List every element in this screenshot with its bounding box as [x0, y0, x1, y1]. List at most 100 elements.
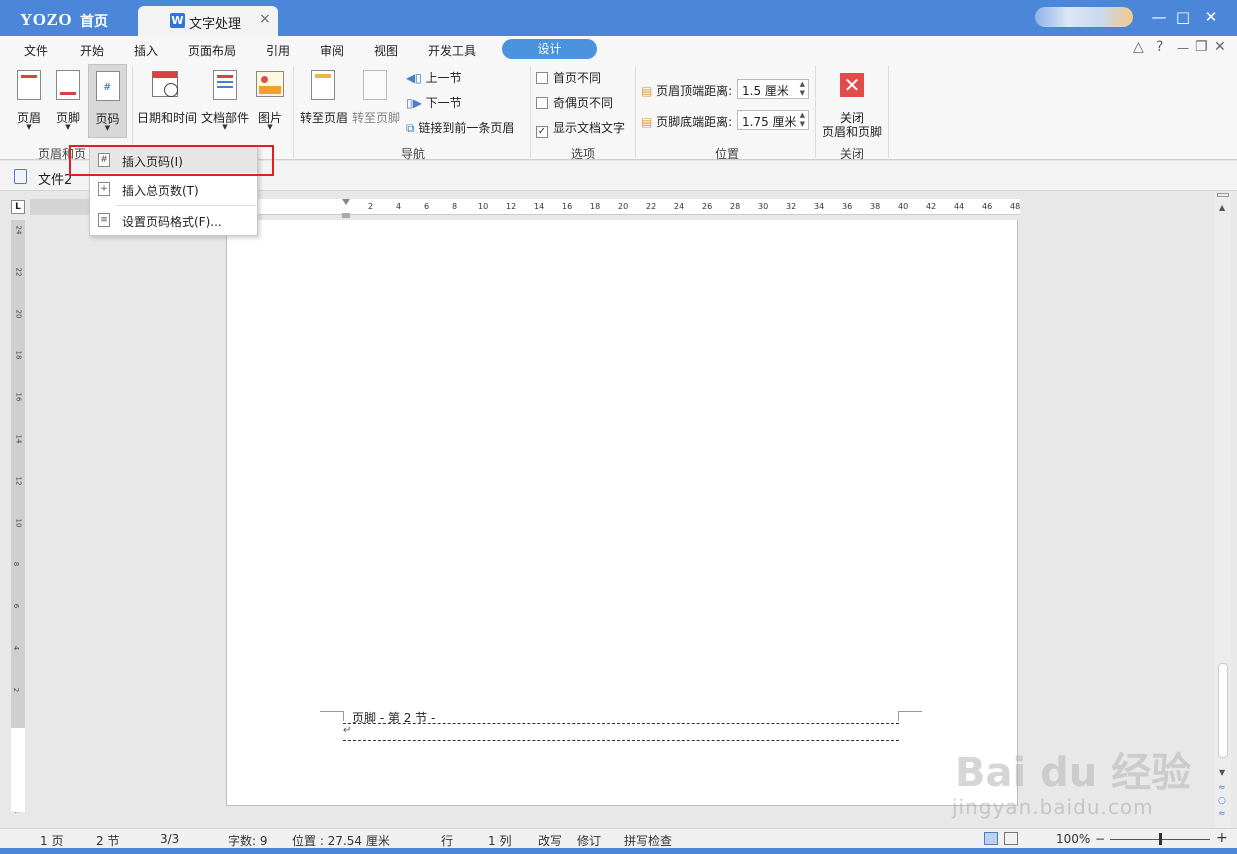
zoom-level[interactable]: 100% [1056, 832, 1090, 846]
doc-close-icon[interactable]: ✕ [1214, 39, 1226, 55]
status-word-count[interactable]: 字数: 9 [228, 832, 268, 849]
browse-object-icon[interactable]: ○ [1218, 796, 1226, 806]
menu-home[interactable]: 开始 [80, 42, 104, 59]
document-page[interactable] [226, 220, 1018, 806]
footer-bottom-label-text: 页脚底端距离: [656, 115, 733, 129]
header-icon [17, 70, 41, 100]
ruler-tick: 10 [478, 202, 489, 211]
document-name-tab[interactable]: 文件2 [38, 169, 72, 188]
menu-references[interactable]: 引用 [266, 42, 290, 59]
ruler-tick: 40 [898, 202, 909, 211]
page-view-icon[interactable] [984, 832, 998, 845]
link-previous-button[interactable]: ⧉ 链接到前一条页眉 [406, 119, 514, 136]
ruler-tick: 26 [702, 202, 713, 211]
menu-review[interactable]: 审阅 [320, 42, 344, 59]
odd-even-different-checkbox[interactable]: 奇偶页不同 [536, 94, 613, 111]
group-label-position: 位置 [715, 147, 740, 161]
doc-restore-icon[interactable]: ❐ [1195, 39, 1208, 55]
document-tab[interactable]: W 文字处理 × [138, 6, 278, 36]
menu-developer[interactable]: 开发工具 [428, 42, 476, 59]
ruler-tick: 8 [452, 202, 458, 211]
ruler-tick: 34 [814, 202, 825, 211]
next-section-button[interactable]: ▯▶ 下一节 [406, 94, 462, 111]
next-page-icon[interactable]: ≈ [1218, 809, 1226, 819]
goto-header-label: 转至页眉 [299, 111, 348, 125]
ruler-tick: 20 [618, 202, 629, 211]
next-section-label: 下一节 [425, 96, 462, 110]
footer-bottom-distance-label: ▤ 页脚底端距离: [641, 113, 732, 130]
web-view-icon[interactable] [1004, 832, 1018, 845]
picture-button[interactable]: 图片 ▼ [254, 64, 286, 138]
previous-section-button[interactable]: ◀▯ 上一节 [406, 69, 462, 86]
status-spell-check[interactable]: 拼写检查 [624, 832, 672, 849]
document-parts-button[interactable]: 文档部件 ▼ [200, 64, 250, 138]
checkbox-icon [536, 72, 548, 84]
scroll-down-icon[interactable]: ▼ [1219, 768, 1225, 777]
scroll-up-icon[interactable]: ▲ [1219, 203, 1225, 212]
page-number-format-label: 设置页码格式(F)... [122, 215, 222, 229]
close-header-footer-button[interactable]: ✕ 关闭 页眉和页脚 [818, 64, 886, 139]
page-number-button[interactable]: # 页码 ▼ [88, 64, 127, 138]
link-previous-label: 链接到前一条页眉 [418, 121, 515, 135]
status-overwrite[interactable]: 改写 [538, 832, 562, 849]
ruler-tick: 30 [758, 202, 769, 211]
ruler-tick: 42 [926, 202, 937, 211]
document-tab-label: 文字处理 [189, 17, 242, 32]
split-handle[interactable] [1217, 193, 1229, 197]
vertical-ruler-tick: 22 [14, 267, 23, 277]
menu-page-layout[interactable]: 页面布局 [188, 42, 236, 59]
goto-footer-button[interactable]: 转至页脚 [350, 64, 402, 138]
show-document-text-label: 显示文档文字 [553, 121, 626, 135]
close-window-button[interactable]: ✕ [1201, 8, 1221, 26]
insert-total-pages-item[interactable]: + 插入总页数(T) [90, 176, 257, 202]
user-account-avatar[interactable] [1035, 7, 1133, 27]
menu-view[interactable]: 视图 [374, 42, 398, 59]
help-icon[interactable]: ? [1156, 39, 1163, 55]
maximize-window-button[interactable]: □ [1173, 8, 1193, 26]
doc-minimize-icon[interactable]: — [1177, 41, 1189, 55]
collapse-ribbon-icon[interactable]: △ [1133, 39, 1144, 55]
close-tab-icon[interactable]: × [259, 11, 271, 27]
tab-stop-selector[interactable]: L [11, 200, 25, 214]
ruler-tick: 18 [590, 202, 601, 211]
menu-design-tab[interactable]: 设计 [502, 39, 597, 59]
indent-marker-icon[interactable] [342, 199, 350, 219]
vertical-ruler-active [11, 728, 25, 812]
ruler-tick: 36 [842, 202, 853, 211]
app-logo[interactable]: YOZO [20, 10, 72, 30]
vertical-ruler[interactable]: 2422201816141210864224 [11, 220, 25, 813]
zoom-out-button[interactable]: − [1095, 832, 1105, 846]
header-top-distance-input[interactable]: 1.5 厘米 ▲ ▼ [737, 79, 809, 99]
footer-button[interactable]: 页脚 ▼ [50, 64, 86, 138]
footer-bottom-distance-input[interactable]: 1.75 厘米 ▲ ▼ [737, 110, 809, 130]
header-top-value: 1.5 厘米 [742, 84, 789, 98]
date-time-button[interactable]: 日期和时间 [136, 64, 198, 138]
minimize-window-button[interactable]: — [1149, 8, 1169, 26]
zoom-slider-thumb[interactable] [1159, 833, 1162, 845]
spinner-arrows-icon[interactable]: ▲ ▼ [800, 80, 805, 98]
highlight-annotation-box [69, 145, 274, 176]
document-parts-icon [213, 70, 237, 100]
spinner-arrows-icon[interactable]: ▲ ▼ [800, 111, 805, 129]
page-number-format-item[interactable]: ≡ 设置页码格式(F)... [90, 207, 257, 233]
home-tab[interactable]: 首页 [80, 11, 108, 31]
scrollbar-thumb[interactable] [1218, 663, 1228, 758]
baidu-watermark-url: jingyan.baidu.com [952, 795, 1154, 819]
horizontal-ruler[interactable]: 2 4 6 8 10 12 14 16 18 20 22 24 26 28 30 32 34 36 38 40 42 44… [255, 199, 1020, 215]
first-page-different-checkbox[interactable]: 首页不同 [536, 69, 601, 86]
menu-insert[interactable]: 插入 [134, 42, 158, 59]
crop-mark [898, 711, 922, 712]
goto-header-button[interactable]: 转至页眉 [298, 64, 350, 138]
show-document-text-checkbox[interactable]: ✓ 显示文档文字 [536, 119, 625, 138]
ruler-tick: 6 [424, 202, 430, 211]
ruler-tick: 16 [562, 202, 573, 211]
ruler-tick: 38 [870, 202, 881, 211]
header-button[interactable]: 页眉 ▼ [12, 64, 46, 138]
vertical-scrollbar[interactable]: ▲ ▼ ≈ ○ ≈ [1215, 193, 1231, 829]
menu-file[interactable]: 文件 [24, 42, 48, 59]
vertical-ruler-tick: 8 [12, 562, 21, 567]
previous-page-icon[interactable]: ≈ [1218, 783, 1226, 793]
status-track-changes[interactable]: 修订 [577, 832, 601, 849]
zoom-in-button[interactable]: + [1216, 830, 1228, 846]
footer-editing-area[interactable] [343, 723, 899, 741]
